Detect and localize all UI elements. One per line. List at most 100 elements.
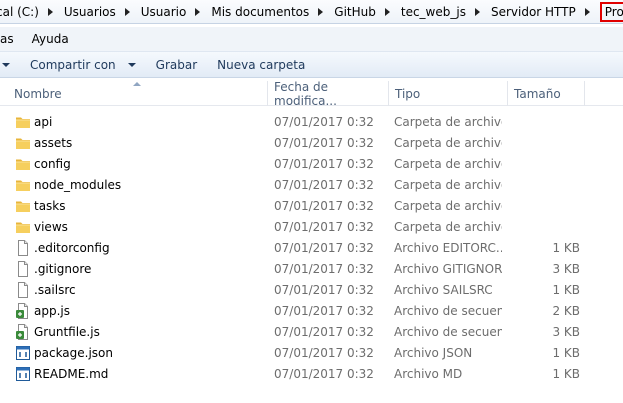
- file-type: Archivo de secuen...: [394, 325, 502, 339]
- file-type: Archivo EDITORC...: [394, 241, 502, 255]
- file-row[interactable]: package.json 07/01/2017 0:32 Archivo JSON 1…: [0, 343, 623, 364]
- file-type: Archivo MD: [394, 367, 463, 381]
- file-date: 07/01/2017 0:32: [274, 325, 374, 339]
- chevron-right-icon[interactable]: [47, 7, 53, 16]
- file-name: Gruntfile.js: [34, 325, 100, 339]
- file-date: 07/01/2017 0:32: [274, 346, 374, 360]
- file-date: 07/01/2017 0:32: [274, 157, 374, 171]
- chevron-right-icon[interactable]: [384, 7, 390, 16]
- folder-icon: [15, 135, 31, 151]
- json-file-icon: [15, 345, 31, 361]
- file-name: package.json: [34, 346, 114, 360]
- column-header: Nombre Fecha de modifica... Tipo Tamaño: [0, 79, 623, 108]
- file-row[interactable]: Gruntfile.js 07/01/2017 0:32 Archivo de se…: [0, 322, 623, 343]
- file-name: node_modules: [34, 178, 122, 192]
- script-file-icon: [15, 303, 31, 319]
- column-label: Tamaño: [514, 86, 561, 101]
- file-date: 07/01/2017 0:32: [274, 136, 374, 150]
- folder-icon: [15, 177, 31, 193]
- menu-item-tools[interactable]: as: [0, 32, 23, 46]
- file-row[interactable]: node_modules 07/01/2017 0:32 Carpeta de ar…: [0, 175, 623, 196]
- breadcrumb-item-drive[interactable]: cal (C:): [0, 2, 60, 22]
- file-icon: [15, 282, 31, 298]
- breadcrumb-item-github[interactable]: GitHub: [330, 2, 397, 22]
- file-date: 07/01/2017 0:32: [274, 283, 374, 297]
- file-name: .sailsrc: [34, 283, 76, 297]
- breadcrumb-item-mis-documentos[interactable]: Mis documentos: [207, 2, 330, 22]
- file-row[interactable]: .editorconfig 07/01/2017 0:32 Archivo EDIT…: [0, 238, 623, 259]
- breadcrumb-label: cal (C:): [0, 4, 39, 19]
- file-icon: [15, 261, 31, 277]
- file-type: Archivo de secuen...: [394, 304, 502, 318]
- column-header-type[interactable]: Tipo: [389, 81, 508, 106]
- file-size: 2 KB: [552, 304, 580, 318]
- folder-icon: [15, 198, 31, 214]
- chevron-right-icon[interactable]: [584, 7, 590, 16]
- command-bar: Compartir con Grabar Nueva carpeta: [0, 51, 623, 78]
- file-date: 07/01/2017 0:32: [274, 262, 374, 276]
- column-header-size[interactable]: Tamaño: [508, 81, 585, 106]
- burn-label: Grabar: [155, 57, 198, 72]
- file-date: 07/01/2017 0:32: [274, 178, 374, 192]
- chevron-right-icon[interactable]: [195, 7, 201, 16]
- column-label: Fecha de modifica...: [274, 79, 337, 108]
- file-type: Carpeta de archivos: [394, 220, 502, 234]
- file-name: assets: [34, 136, 73, 150]
- file-type: Carpeta de archivos: [394, 178, 502, 192]
- file-date: 07/01/2017 0:32: [274, 367, 374, 381]
- file-name: README.md: [34, 367, 109, 381]
- menu-item-help[interactable]: Ayuda: [23, 32, 78, 46]
- file-row[interactable]: .gitignore 07/01/2017 0:32 Archivo GITIGNO…: [0, 259, 623, 280]
- new-folder-label: Nueva carpeta: [217, 57, 306, 72]
- file-size: 1 KB: [552, 367, 580, 381]
- chevron-right-icon[interactable]: [124, 7, 130, 16]
- file-date: 07/01/2017 0:32: [274, 115, 374, 129]
- breadcrumb-item-tec-web-js[interactable]: tec_web_js: [397, 2, 487, 22]
- file-icon: [15, 240, 31, 256]
- file-list: api 07/01/2017 0:32 Carpeta de archivos as…: [0, 112, 623, 385]
- file-row[interactable]: README.md 07/01/2017 0:32 Archivo MD 1 KB: [0, 364, 623, 385]
- file-type: Archivo GITIGNORE: [394, 262, 502, 276]
- file-size: 1 KB: [552, 346, 580, 360]
- breadcrumb-label: Proyecto: [604, 4, 623, 19]
- file-row[interactable]: views 07/01/2017 0:32 Carpeta de archivos: [0, 217, 623, 238]
- breadcrumb-item-usuarios[interactable]: Usuarios: [60, 2, 137, 22]
- file-type: Carpeta de archivos: [394, 136, 502, 150]
- file-type: Archivo SAILSRC: [394, 283, 493, 297]
- file-row[interactable]: config 07/01/2017 0:32 Carpeta de archivos: [0, 154, 623, 175]
- new-folder-button[interactable]: Nueva carpeta: [207, 54, 315, 76]
- chevron-right-icon[interactable]: [474, 7, 480, 16]
- breadcrumb-item-usuario[interactable]: Usuario: [137, 2, 208, 22]
- organize-dropdown-icon[interactable]: [2, 62, 10, 67]
- breadcrumb: cal (C:) Usuarios Usuario Mis documentos…: [0, 0, 623, 24]
- json-file-icon: [15, 366, 31, 382]
- file-name: config: [34, 157, 71, 171]
- breadcrumb-label: Mis documentos: [211, 4, 310, 19]
- breadcrumb-item-servidor-http[interactable]: Servidor HTTP: [487, 2, 597, 22]
- column-label: Tipo: [395, 86, 421, 101]
- share-with-button[interactable]: Compartir con: [20, 54, 146, 76]
- file-row[interactable]: tasks 07/01/2017 0:32 Carpeta de archivos: [0, 196, 623, 217]
- folder-icon: [15, 114, 31, 130]
- breadcrumb-label: GitHub: [334, 4, 376, 19]
- column-header-name[interactable]: Nombre: [8, 81, 268, 106]
- breadcrumb-item-current[interactable]: Proyecto: [599, 1, 623, 22]
- file-size: 1 KB: [552, 283, 580, 297]
- file-row[interactable]: api 07/01/2017 0:32 Carpeta de archivos: [0, 112, 623, 133]
- breadcrumb-label: Servidor HTTP: [490, 4, 576, 19]
- column-header-date[interactable]: Fecha de modifica...: [268, 79, 389, 108]
- file-name: .editorconfig: [34, 241, 110, 255]
- column-label: Nombre: [14, 86, 62, 101]
- breadcrumb-label: Usuario: [140, 4, 187, 19]
- share-with-label: Compartir con: [30, 57, 116, 72]
- folder-icon: [15, 156, 31, 172]
- file-type: Carpeta de archivos: [394, 115, 502, 129]
- file-row[interactable]: assets 07/01/2017 0:32 Carpeta de archivos: [0, 133, 623, 154]
- burn-button[interactable]: Grabar: [146, 54, 208, 76]
- file-size: 3 KB: [552, 325, 580, 339]
- file-date: 07/01/2017 0:32: [274, 199, 374, 213]
- file-row[interactable]: .sailsrc 07/01/2017 0:32 Archivo SAILSRC 1 …: [0, 280, 623, 301]
- chevron-right-icon[interactable]: [318, 7, 324, 16]
- file-row[interactable]: app.js 07/01/2017 0:32 Archivo de secuen..…: [0, 301, 623, 322]
- file-type: Carpeta de archivos: [394, 199, 502, 213]
